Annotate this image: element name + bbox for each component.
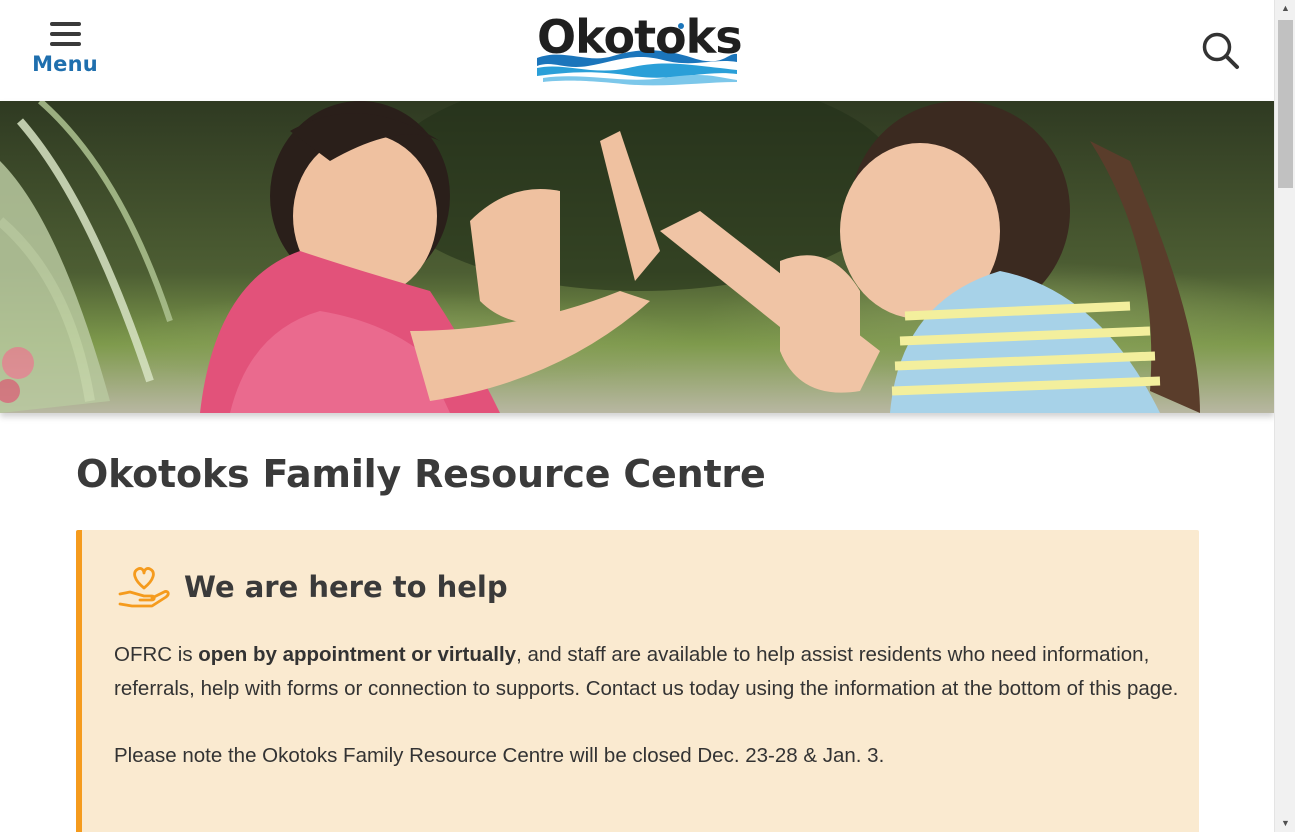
menu-button[interactable]: Menu bbox=[30, 18, 100, 84]
logo-text: Okotoks bbox=[537, 10, 743, 64]
hero-image bbox=[0, 101, 1274, 413]
site-header: Menu Okotoks bbox=[0, 0, 1274, 101]
help-paragraph-2: Please note the Okotoks Family Resource … bbox=[114, 744, 885, 767]
menu-label: Menu bbox=[32, 52, 98, 76]
help-paragraph-1: OFRC is open by appointment or virtually… bbox=[114, 638, 1184, 705]
heart-hand-icon bbox=[118, 567, 170, 608]
help-title: We are here to help bbox=[184, 570, 508, 604]
hamburger-icon bbox=[49, 22, 81, 46]
okotoks-logo[interactable]: Okotoks bbox=[533, 10, 743, 86]
paragraph-text: OFRC is bbox=[114, 643, 199, 666]
help-body: OFRC is open by appointment or virtually… bbox=[114, 638, 1184, 773]
vertical-scrollbar[interactable]: ▲ ▼ bbox=[1274, 0, 1295, 832]
scroll-down-arrow[interactable]: ▼ bbox=[1275, 815, 1295, 832]
search-icon bbox=[1202, 32, 1239, 69]
scroll-thumb[interactable] bbox=[1278, 20, 1293, 188]
paragraph-emphasis: open by appointment or virtually bbox=[198, 643, 517, 666]
scroll-up-arrow[interactable]: ▲ bbox=[1275, 0, 1295, 17]
help-notice: We are here to help OFRC is open by appo… bbox=[76, 530, 1199, 832]
search-button[interactable] bbox=[1198, 28, 1242, 72]
page-title: Okotoks Family Resource Centre bbox=[76, 452, 766, 496]
